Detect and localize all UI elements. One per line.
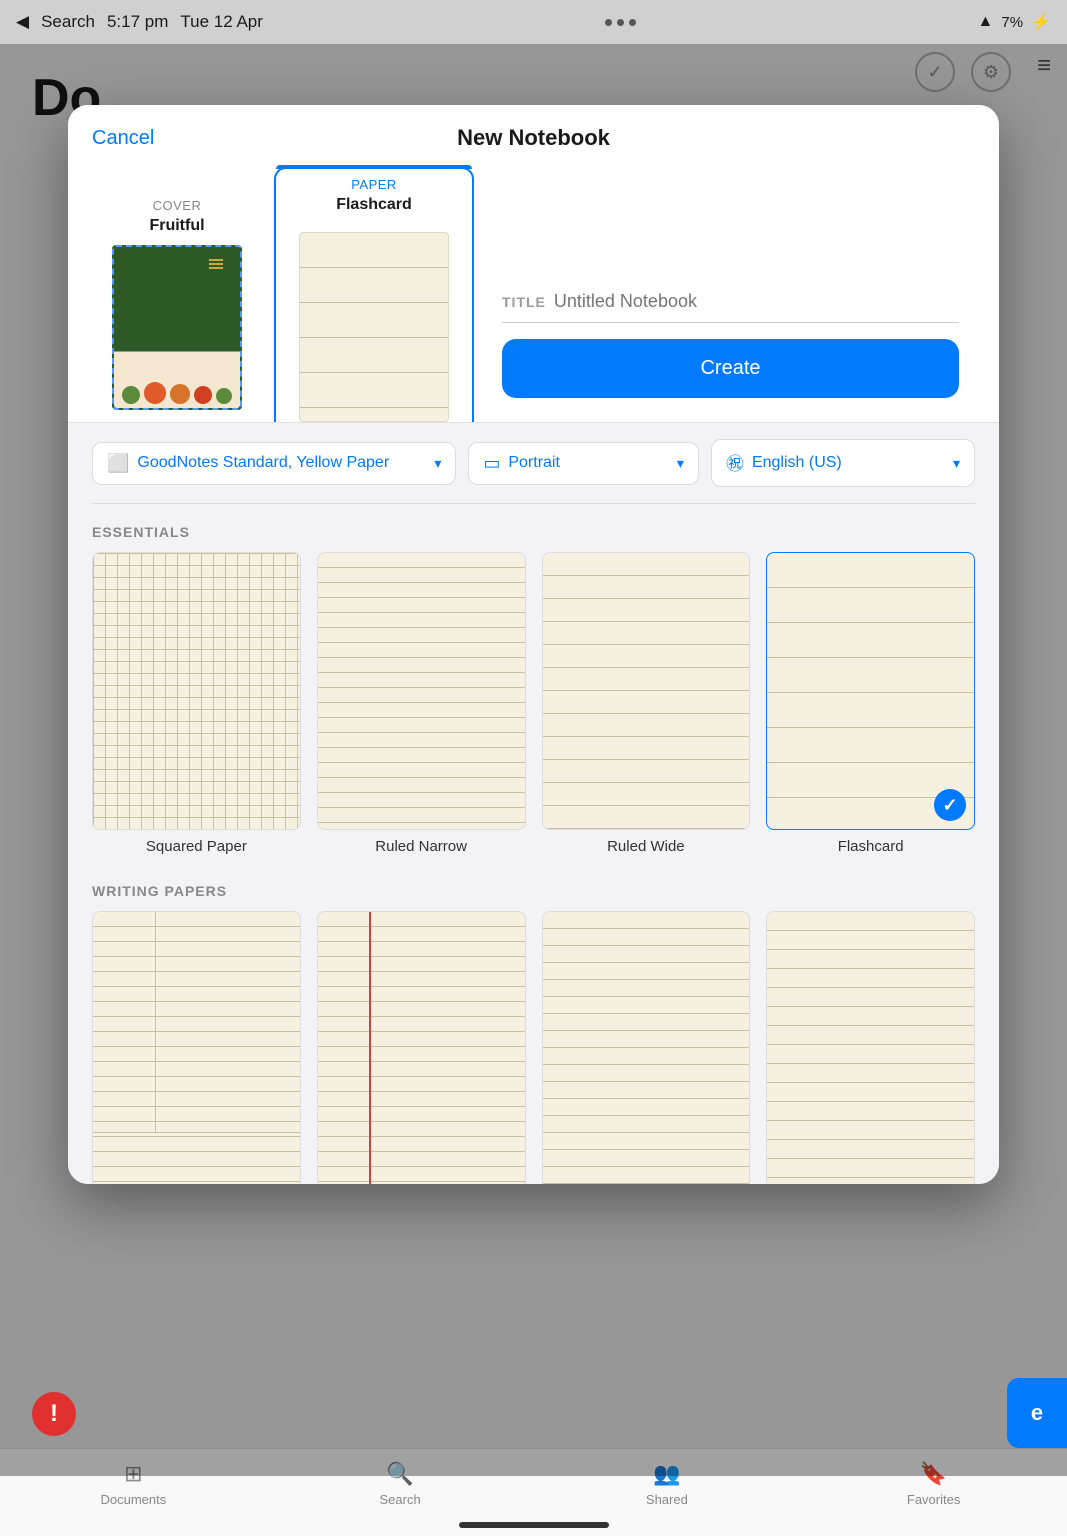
search-label[interactable]: Search: [41, 12, 95, 32]
paper-thumb-single-col: [766, 911, 975, 1184]
shared-label: Shared: [646, 1492, 688, 1507]
paper-item-legal[interactable]: Legal: [317, 911, 526, 1184]
language-dropdown-label: English (US): [752, 454, 945, 472]
template-icon: ⬜: [107, 453, 129, 474]
status-dots: [605, 19, 636, 26]
modal-title: New Notebook: [457, 125, 610, 151]
language-chevron-icon: ▾: [953, 455, 960, 472]
language-dropdown[interactable]: ㊗ English (US) ▾: [711, 439, 975, 487]
paper-name-ruled-narrow: Ruled Narrow: [375, 838, 467, 855]
paper-thumb-ruled-wide: [542, 552, 751, 830]
language-icon: ㊗: [726, 450, 744, 476]
paper-item-flashcard[interactable]: ✓ Flashcard: [766, 552, 975, 855]
documents-label: Documents: [101, 1492, 167, 1507]
paper-top-indicator: [276, 165, 472, 169]
status-time: 5:17 pm: [107, 12, 168, 32]
section-header-writing: WRITING PAPERS: [92, 863, 975, 911]
paper-preview: [299, 232, 449, 422]
title-label: TITLE: [502, 294, 546, 310]
modal-title-row: Cancel New Notebook: [92, 125, 975, 151]
paper-thumb-legal: [317, 911, 526, 1184]
paper-name-flashcard: Flashcard: [838, 838, 904, 855]
status-bar: ◀ Search 5:17 pm Tue 12 Apr ▲ 7% ⚡: [0, 0, 1067, 44]
cover-value: Fruitful: [149, 217, 204, 235]
create-button[interactable]: Create: [502, 339, 959, 398]
right-section: TITLE Create: [486, 275, 975, 422]
orientation-icon: ▭: [483, 453, 500, 474]
paper-thumb-ruled-narrow: [317, 552, 526, 830]
orientation-dropdown-label: Portrait: [508, 454, 669, 472]
cover-badge: [204, 259, 228, 283]
status-left: ◀ Search 5:17 pm Tue 12 Apr: [16, 12, 263, 32]
paper-item-ruled-narrow[interactable]: Ruled Narrow: [317, 552, 526, 855]
writing-grid: Cornell Legal Single Column Mix Single C…: [92, 911, 975, 1184]
orientation-dropdown[interactable]: ▭ Portrait ▾: [468, 442, 699, 485]
bg-blue-button[interactable]: e: [1007, 1378, 1067, 1448]
cover-section[interactable]: COVER Fruitful: [92, 190, 262, 422]
cover-label: COVER: [153, 198, 202, 213]
paper-name-ruled-wide: Ruled Wide: [607, 838, 685, 855]
modal-header: Cancel New Notebook COVER Fruitful: [68, 105, 999, 423]
cover-image-inner: [114, 247, 240, 408]
cover-image: [112, 245, 242, 410]
title-input[interactable]: [554, 291, 959, 312]
battery-level: 7%: [1001, 14, 1023, 31]
battery-icon: ⚡: [1031, 12, 1051, 32]
status-date: Tue 12 Apr: [180, 12, 263, 32]
paper-item-squared[interactable]: Squared Paper: [92, 552, 301, 855]
paper-thumb-cornell: [92, 911, 301, 1184]
dropdown-row: ⬜ GoodNotes Standard, Yellow Paper ▾ ▭ P…: [92, 423, 975, 504]
paper-name-squared: Squared Paper: [146, 838, 247, 855]
search-label: Search: [380, 1492, 421, 1507]
new-notebook-modal: Cancel New Notebook COVER Fruitful: [68, 105, 999, 1184]
template-dropdown[interactable]: ⬜ GoodNotes Standard, Yellow Paper ▾: [92, 442, 456, 485]
paper-thumb-flashcard: ✓: [766, 552, 975, 830]
paper-section[interactable]: PAPER Flashcard: [274, 167, 474, 422]
template-picker: ⬜ GoodNotes Standard, Yellow Paper ▾ ▭ P…: [68, 423, 999, 1184]
paper-value: Flashcard: [336, 196, 412, 214]
orientation-chevron-icon: ▾: [677, 455, 684, 472]
title-row: TITLE: [502, 291, 959, 323]
template-dropdown-label: GoodNotes Standard, Yellow Paper: [137, 454, 426, 472]
paper-thumb-squared: [92, 552, 301, 830]
section-header-essentials: ESSENTIALS: [92, 504, 975, 552]
template-chevron-icon: ▾: [434, 455, 441, 472]
paper-thumb-single-col-mix: [542, 911, 751, 1184]
cover-decoration: [114, 348, 240, 408]
home-indicator: [459, 1522, 609, 1528]
back-arrow[interactable]: ◀: [16, 12, 29, 32]
error-badge: !: [32, 1392, 76, 1436]
paper-label: PAPER: [351, 177, 397, 192]
cancel-button[interactable]: Cancel: [92, 127, 154, 150]
wifi-icon: ▲: [978, 13, 994, 31]
paper-list: ESSENTIALS Squared Paper Ruled Narrow Ru…: [92, 504, 975, 1184]
status-right: ▲ 7% ⚡: [978, 12, 1051, 32]
essentials-grid: Squared Paper Ruled Narrow Ruled Wide ✓ …: [92, 552, 975, 855]
paper-item-ruled-wide[interactable]: Ruled Wide: [542, 552, 751, 855]
selector-row: COVER Fruitful: [92, 167, 975, 422]
paper-item-single-col-mix[interactable]: Single Column Mix: [542, 911, 751, 1184]
selected-check-icon: ✓: [934, 789, 966, 821]
favorites-label: Favorites: [907, 1492, 960, 1507]
paper-item-single-col[interactable]: Single Column: [766, 911, 975, 1184]
paper-item-cornell[interactable]: Cornell: [92, 911, 301, 1184]
